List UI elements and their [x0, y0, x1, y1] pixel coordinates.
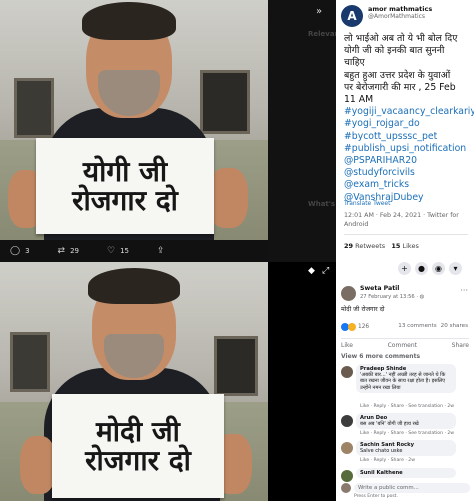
heart-icon: ♡ — [107, 246, 116, 256]
tweet-text-line: पर बेरोजगारी की मार , 25 Feb — [344, 81, 456, 93]
placard: योगी जी रोजगार दो — [36, 138, 214, 234]
translate-tweet-link[interactable]: Translate Tweet — [344, 198, 390, 210]
expand-icon[interactable]: ⤢ — [322, 266, 329, 276]
commenter-avatar[interactable] — [341, 366, 353, 378]
mention-link[interactable]: @exam_tricks — [344, 179, 472, 191]
black-gap: ◆ ⤢ — [268, 262, 336, 501]
retweet-stat[interactable]: ⇄ 29 — [58, 246, 79, 256]
comment: Pradeep Shinde 'अबकी बार...' नहीं अच्छी … — [341, 364, 471, 414]
author-avatar[interactable] — [341, 286, 356, 301]
post-actions: Like Comment Share — [341, 338, 469, 349]
engagement-counts: 13 comments 20 shares — [398, 323, 468, 329]
tweet-action-bar: ◯ 3 ⇄ 29 ♡ 15 ⇪ — [0, 240, 268, 262]
like-button[interactable]: Like — [341, 342, 353, 349]
tweet-body: लो भाईओ अब तो ये भी बोल दिए योगी जी को इ… — [344, 33, 474, 204]
tweet-stats: 29 Retweets 15 Likes — [344, 240, 419, 252]
view-more-comments-link[interactable]: View 6 more comments — [341, 353, 420, 360]
comment-bubble: Sachin Sant Rocky Salve chato uske — [356, 440, 456, 457]
divider — [344, 234, 468, 235]
hashtag-link[interactable]: #bycott_upsssc_pet — [344, 131, 472, 143]
hashtag-link[interactable]: #yogiji_vacaancy_clearkariye — [344, 106, 474, 118]
screenshot-collage: योगी जी रोजगार दो ◯ 3 ⇄ 29 ♡ 15 ⇪ » Relevan… — [0, 0, 474, 501]
wall-painting — [10, 332, 50, 392]
comment: Arun Deo बस अब 'बनि' योगी जी हाथ रखे Lik… — [341, 413, 471, 441]
reply-stat[interactable]: ◯ 3 — [10, 246, 30, 256]
tweet-text-line: 11 AM — [344, 94, 374, 106]
twitter-sidebar-strip: » Relevant What's — [268, 0, 343, 262]
comment-bubble: Arun Deo बस अब 'बनि' योगी जी हाथ रखे — [356, 413, 456, 430]
share-button[interactable]: Share — [452, 342, 469, 349]
tweet-panel: A amor mathmatics @AmorMathmatics लो भाई… — [336, 0, 474, 262]
avatar[interactable]: A — [341, 5, 363, 27]
share-icon: ⇪ — [157, 246, 165, 256]
mention-link[interactable]: @studyforcivils — [344, 167, 472, 179]
tweet-author-handle[interactable]: @AmorMathmatics — [368, 13, 425, 21]
commenter-avatar[interactable] — [341, 470, 353, 482]
write-comment-row: Write a public comm... — [341, 483, 471, 494]
commenter-avatar[interactable] — [341, 415, 353, 427]
retweet-label[interactable]: Retweets — [355, 242, 385, 250]
like-stat[interactable]: ♡ 15 — [107, 246, 129, 256]
tweet-image-yogi[interactable]: योगी जी रोजगार दो — [0, 0, 268, 240]
like-count[interactable]: 15 — [391, 242, 400, 250]
mention-link[interactable]: @PSPARIHAR20 — [344, 155, 472, 167]
tweet-text-line: लो भाईओ अब तो ये भी बोल दिए — [344, 33, 458, 44]
sidebar-label-whats: What's — [308, 200, 336, 208]
like-label[interactable]: Likes — [402, 242, 418, 250]
placard-line-1: योगी जी — [82, 154, 168, 188]
tag-icon[interactable]: ◆ — [308, 266, 315, 276]
post-author-name[interactable]: Sweta Patil — [360, 285, 399, 292]
shares-count[interactable]: 20 shares — [441, 323, 468, 329]
reactions-summary[interactable]: 126 — [341, 323, 369, 331]
comment-text: बस अब 'बनि' योगी जी हाथ रखे — [360, 421, 419, 427]
share-stat[interactable]: ⇪ — [157, 246, 165, 256]
comment-bubble: Pradeep Shinde 'अबकी बार...' नहीं अच्छी … — [356, 364, 456, 393]
press-enter-hint: Press Enter to post. — [354, 494, 398, 499]
commenter-avatar[interactable] — [341, 442, 353, 454]
placard-line-1: मोदी जी — [96, 414, 180, 448]
comment-actions[interactable]: Like · Reply · Share · See translation ·… — [360, 431, 454, 436]
tweet-author-name[interactable]: amor mathmatics — [368, 5, 432, 13]
comment-button[interactable]: Comment — [388, 342, 417, 349]
post-date[interactable]: 27 February at 13:56 · ◍ — [360, 294, 424, 300]
wall-painting — [200, 70, 250, 134]
comment: Sunil Kalthene — [341, 468, 471, 482]
comment-input[interactable]: Write a public comm... — [354, 483, 470, 493]
more-options-icon[interactable]: ··· — [460, 286, 468, 295]
reaction-count: 126 — [358, 324, 370, 330]
current-user-avatar — [341, 483, 351, 493]
hashtag-link[interactable]: #publish_upsi_notification — [344, 143, 472, 155]
comment-text: 'अबकी बार...' नहीं अच्छी तरह से जानते थे… — [360, 372, 446, 391]
next-image-icon[interactable]: » — [316, 6, 322, 17]
comment-bubble: Sunil Kalthene — [356, 468, 456, 478]
retweet-icon: ⇄ — [57, 246, 66, 256]
tweet-text-line: बहुत हुआ उत्तर प्रदेश के युवाओं — [344, 69, 451, 81]
comment-actions[interactable]: Like · Reply · Share · See translation ·… — [360, 404, 454, 409]
reply-icon: ◯ — [10, 246, 21, 256]
messenger-button[interactable]: ● — [415, 262, 428, 275]
placard-line-2: रोजगार दो — [72, 184, 178, 217]
comment: Sachin Sant Rocky Salve chato uske Like … — [341, 440, 471, 468]
hashtag-link[interactable]: #yogi_rojgar_do — [344, 118, 472, 130]
add-button[interactable]: + — [398, 262, 411, 275]
post-text: मोदी जी रोजगार दो — [341, 306, 385, 313]
haha-reaction-icon — [348, 323, 356, 331]
tweet-text-line: चाहिए — [344, 57, 365, 69]
wall-painting — [14, 78, 54, 138]
tweet-text-line: योगी जी को इनकी बात सुननी — [344, 45, 445, 57]
commenter-name[interactable]: Sunil Kalthene — [360, 470, 452, 476]
comments-count[interactable]: 13 comments — [398, 323, 436, 329]
retweet-count[interactable]: 29 — [344, 242, 353, 250]
comment-actions[interactable]: Like · Reply · Share · 2w — [360, 458, 415, 463]
notifications-button[interactable]: ◉ — [432, 262, 445, 275]
account-menu-button[interactable]: ▾ — [449, 262, 462, 275]
tweet-timestamp: 12:01 AM · Feb 24, 2021 · Twitter for An… — [344, 212, 459, 228]
wall-painting — [214, 336, 258, 396]
post-image-modi[interactable]: मोदी जी रोजगार दो — [0, 262, 268, 501]
placard-line-2: रोजगार दो — [85, 444, 191, 477]
placard: मोदी जी रोजगार दो — [52, 394, 224, 498]
facebook-post-panel: Sweta Patil 27 February at 13:56 · ◍ ···… — [336, 280, 474, 501]
comment-text: Salve chato uske — [360, 448, 403, 454]
